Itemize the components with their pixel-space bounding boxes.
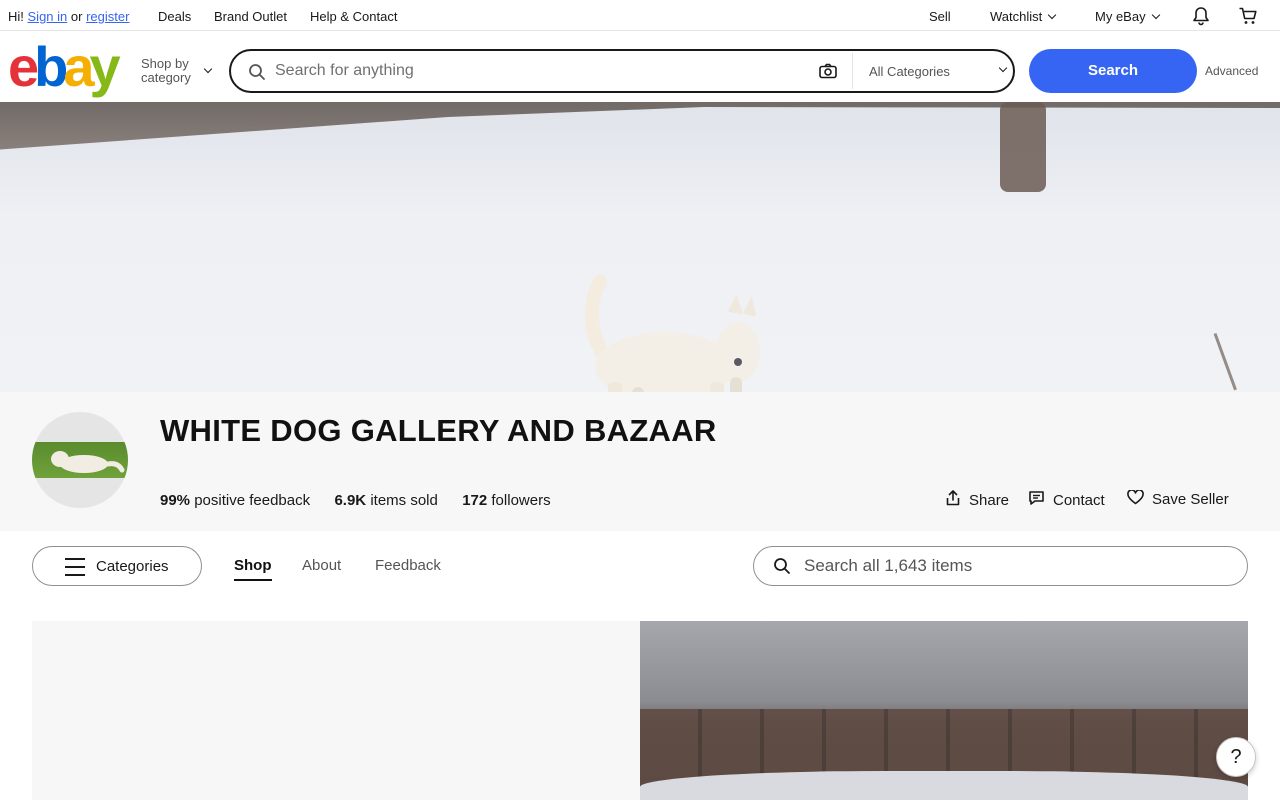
share-label: Share <box>969 491 1010 509</box>
cart-icon[interactable] <box>1238 6 1258 29</box>
store-banner-image <box>0 102 1280 392</box>
shop-by-line1: Shop by <box>141 56 189 71</box>
logo-letter: e <box>8 35 39 98</box>
shop-by-line2: category <box>141 70 191 85</box>
banner-branch <box>1213 332 1237 391</box>
feedback-percent: 99% <box>160 492 191 509</box>
categories-label: Categories <box>96 558 169 575</box>
chevron-down-icon <box>998 63 1008 73</box>
store-search-input[interactable]: Search all 1,643 items <box>804 556 972 576</box>
shop-by-category-button[interactable]: Shop by category <box>141 57 191 85</box>
header: ebay Shop by category Search for anythin… <box>0 31 1280 102</box>
feedback-label[interactable]: positive feedback <box>194 492 310 509</box>
banner-fence <box>0 102 1280 150</box>
chevron-down-icon <box>1151 10 1160 20</box>
category-select[interactable]: All Categories <box>869 64 950 79</box>
greeting-text: Hi! <box>8 9 24 24</box>
help-button[interactable]: ? <box>1216 737 1256 777</box>
followers-count: 172 <box>462 492 488 509</box>
sell-link[interactable]: Sell <box>929 9 951 24</box>
store-search-bar[interactable]: Search all 1,643 items <box>753 546 1248 586</box>
featured-image-snow-yard <box>640 621 1248 800</box>
camera-icon[interactable] <box>819 63 837 84</box>
tab-feedback[interactable]: Feedback <box>375 557 441 574</box>
store-avatar <box>32 412 128 508</box>
help-icon: ? <box>1230 746 1242 768</box>
avatar-dog-figure <box>51 451 125 473</box>
contact-button[interactable]: Contact <box>1028 490 1105 510</box>
tab-about[interactable]: About <box>302 557 341 574</box>
store-header: WHITE DOG GALLERY AND BAZAAR 99% positiv… <box>0 392 1280 531</box>
white-dog-figure <box>584 275 760 392</box>
hamburger-icon <box>65 558 85 582</box>
followers-label: followers <box>491 492 551 509</box>
search-bar[interactable]: Search for anything All Categories <box>229 49 1015 93</box>
logo-letter: a <box>63 35 94 98</box>
greeting: Hi! Sign in or register <box>8 9 129 24</box>
bell-icon[interactable] <box>1191 6 1211 29</box>
logo-letter: b <box>34 35 68 98</box>
avatar-photo <box>32 442 128 478</box>
register-link[interactable]: register <box>86 9 129 24</box>
snow-graphic <box>640 771 1248 800</box>
help-contact-link[interactable]: Help & Contact <box>310 9 397 24</box>
share-button[interactable]: Share <box>945 490 1009 510</box>
items-sold-label: items sold <box>370 492 438 509</box>
or-text: or <box>70 9 83 24</box>
share-icon <box>945 490 961 510</box>
store-stats: 99% positive feedback 6.9K items sold 17… <box>160 492 551 509</box>
categories-button[interactable]: Categories <box>32 546 202 586</box>
deals-link[interactable]: Deals <box>158 9 191 24</box>
save-seller-label: Save Seller <box>1152 491 1229 508</box>
save-seller-button[interactable]: Save Seller <box>1127 489 1229 509</box>
items-sold-count: 6.9K <box>334 492 367 509</box>
chevron-down-icon <box>203 64 213 74</box>
store-title: WHITE DOG GALLERY AND BAZAAR <box>160 413 717 448</box>
contact-icon <box>1028 490 1045 510</box>
advanced-search-link[interactable]: Advanced <box>1205 64 1258 78</box>
search-icon <box>773 557 791 580</box>
search-icon <box>248 63 266 86</box>
sign-in-link[interactable]: Sign in <box>28 9 68 24</box>
search-button[interactable]: Search <box>1029 49 1197 93</box>
top-utility-bar: Hi! Sign in or register Deals Brand Outl… <box>0 0 1280 31</box>
tab-shop[interactable]: Shop <box>234 557 272 581</box>
watchlist-menu[interactable]: Watchlist <box>990 9 1057 24</box>
brand-outlet-link[interactable]: Brand Outlet <box>214 9 287 24</box>
featured-panel-placeholder <box>32 621 640 800</box>
logo-letter: y <box>89 35 121 98</box>
my-ebay-label: My eBay <box>1095 9 1146 24</box>
contact-label: Contact <box>1053 491 1105 509</box>
chevron-down-icon <box>1048 10 1057 20</box>
watchlist-label: Watchlist <box>990 9 1043 24</box>
ebay-logo[interactable]: ebay <box>8 39 121 95</box>
my-ebay-menu[interactable]: My eBay <box>1095 9 1160 24</box>
heart-icon <box>1127 489 1144 509</box>
banner-tree-trunk <box>1000 102 1046 192</box>
search-input[interactable]: Search for anything <box>275 62 414 80</box>
search-divider <box>852 53 853 89</box>
